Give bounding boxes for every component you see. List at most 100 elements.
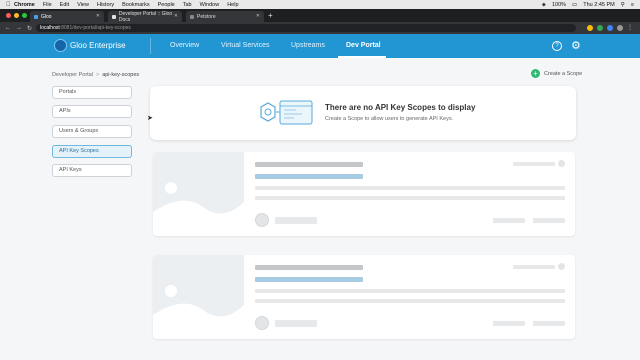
reload-icon[interactable]: ↻ — [27, 25, 33, 32]
empty-state-card: There are no API Key Scopes to display C… — [150, 86, 576, 140]
sidebar-item-api-keys[interactable]: API Keys — [52, 164, 132, 177]
breadcrumb-root[interactable]: Developer Portal — [52, 72, 93, 78]
sidebar-item-portals[interactable]: Portals — [52, 86, 132, 99]
minimize-window-icon[interactable] — [14, 13, 19, 18]
menu-history[interactable]: History — [97, 2, 114, 8]
extension-icon[interactable] — [607, 25, 613, 31]
browser-tab-petstore[interactable]: Petstore ✕ — [186, 11, 264, 22]
nav-upstreams[interactable]: Upstreams — [291, 42, 325, 49]
menu-view[interactable]: View — [77, 2, 89, 8]
extension-icon[interactable] — [597, 25, 603, 31]
breadcrumb-separator: > — [95, 72, 100, 78]
sidebar-item-api-key-scopes[interactable]: API Key Scopes — [52, 145, 132, 158]
skeleton-action-bar — [533, 218, 565, 223]
battery-level: 100% — [551, 1, 567, 8]
sidebar-item-users-groups[interactable]: Users & Groups — [52, 125, 132, 138]
url-host: localhost — [40, 25, 60, 31]
battery-icon[interactable]: ▭ — [572, 2, 577, 8]
tab-label: Developer Portal :: Gloo Docs — [118, 10, 173, 23]
skeleton-image — [153, 152, 244, 236]
breadcrumb-current: api-key-scopes — [102, 72, 140, 78]
back-icon[interactable]: ← — [5, 25, 11, 31]
wifi-icon[interactable]: ◈ — [542, 2, 546, 8]
skeleton-card — [153, 152, 575, 236]
active-nav-indicator — [338, 56, 386, 58]
menu-app[interactable]: Chrome — [14, 2, 35, 8]
skeleton-avatar — [255, 213, 269, 227]
skeleton-line — [255, 196, 565, 200]
forward-icon[interactable]: → — [16, 25, 22, 31]
breadcrumb: Developer Portal > api-key-scopes — [52, 72, 139, 78]
close-tab-icon[interactable]: ✕ — [96, 13, 100, 19]
menu-people[interactable]: People — [158, 2, 175, 8]
header-divider — [150, 38, 151, 54]
menu-tab[interactable]: Tab — [183, 2, 192, 8]
browser-tab-gloo[interactable]: Gloo ✕ — [30, 11, 104, 22]
menu-window[interactable]: Window — [200, 2, 220, 8]
nav-overview[interactable]: Overview — [170, 42, 199, 49]
menu-bookmarks[interactable]: Bookmarks — [122, 2, 150, 8]
skeleton-meta-bar — [513, 162, 555, 166]
close-tab-icon[interactable]: ✕ — [256, 13, 260, 19]
skeleton-action-bar — [493, 321, 525, 326]
skeleton-subtitle-bar — [255, 174, 363, 179]
search-icon[interactable]: ⚲ — [621, 2, 625, 8]
close-window-icon[interactable] — [6, 13, 11, 18]
gear-icon[interactable]: ⚙ — [571, 39, 581, 52]
skeleton-line — [255, 289, 565, 293]
browser-tab-docs[interactable]: Developer Portal :: Gloo Docs ✕ — [108, 10, 182, 23]
nav-dev-portal[interactable]: Dev Portal — [346, 42, 381, 49]
mouse-cursor-icon: ➤ — [147, 115, 153, 122]
skeleton-subtitle-bar — [255, 277, 363, 282]
close-tab-icon[interactable]: ✕ — [174, 13, 178, 19]
tab-label: Petstore — [197, 13, 216, 20]
skeleton-name-bar — [275, 320, 317, 327]
browser-toolbar: ← → ↻ localhost:8081/dev-portal/api-key-… — [0, 22, 640, 34]
app-header: Gloo Enterprise Overview Virtual Service… — [0, 34, 640, 58]
help-icon[interactable]: ? — [552, 41, 562, 51]
skeleton-name-bar — [275, 217, 317, 224]
maximize-window-icon[interactable] — [22, 13, 27, 18]
empty-state-subtitle: Create a Scope to allow users to generat… — [325, 116, 454, 122]
image-placeholder-icon — [153, 285, 244, 339]
brand-name[interactable]: Gloo Enterprise — [70, 41, 126, 50]
tab-label: Gloo — [41, 13, 52, 20]
apple-icon[interactable]:  — [6, 2, 14, 8]
clock[interactable]: Thu 2:45 PM — [583, 2, 615, 8]
skeleton-title-bar — [255, 265, 363, 270]
create-scope-label: Create a Scope — [544, 70, 583, 77]
extension-icon[interactable] — [587, 25, 593, 31]
skeleton-image — [153, 255, 244, 339]
skeleton-avatar — [255, 316, 269, 330]
window-controls — [6, 13, 27, 18]
skeleton-line — [255, 299, 565, 303]
new-tab-icon[interactable]: + — [268, 11, 273, 20]
skeleton-action-bar — [533, 321, 565, 326]
gloo-favicon-icon — [34, 14, 38, 19]
more-menu-icon[interactable]: ⋮ — [627, 24, 633, 31]
menu-help[interactable]: Help — [227, 2, 238, 8]
gloo-logo-icon[interactable] — [54, 39, 67, 52]
skeleton-dot — [558, 263, 565, 270]
menu-edit[interactable]: Edit — [60, 2, 69, 8]
nav-virtual-services[interactable]: Virtual Services — [221, 42, 270, 49]
petstore-favicon-icon — [190, 14, 194, 19]
plus-icon: + — [531, 69, 540, 78]
os-menubar:  Chrome File Edit View History Bookmark… — [0, 0, 640, 9]
profile-avatar[interactable] — [617, 25, 623, 31]
api-key-scope-illustration — [260, 100, 313, 125]
docs-favicon-icon — [112, 14, 116, 19]
url-path: :8081/dev-portal/api-key-scopes — [59, 25, 131, 31]
skeleton-title-bar — [255, 162, 363, 167]
menu-list-icon[interactable]: ≡ — [631, 2, 634, 8]
create-scope-button[interactable]: + Create a Scope — [531, 69, 582, 78]
sidebar-item-apis[interactable]: APIs — [52, 105, 132, 118]
menu-file[interactable]: File — [43, 2, 52, 8]
browser-tab-strip: Gloo ✕ Developer Portal :: Gloo Docs ✕ P… — [0, 9, 640, 23]
skeleton-dot — [558, 160, 565, 167]
address-bar[interactable]: localhost:8081/dev-portal/api-key-scopes — [36, 24, 576, 32]
skeleton-action-bar — [493, 218, 525, 223]
skeleton-meta-bar — [513, 265, 555, 269]
skeleton-card — [153, 255, 575, 339]
image-placeholder-icon — [153, 182, 244, 236]
